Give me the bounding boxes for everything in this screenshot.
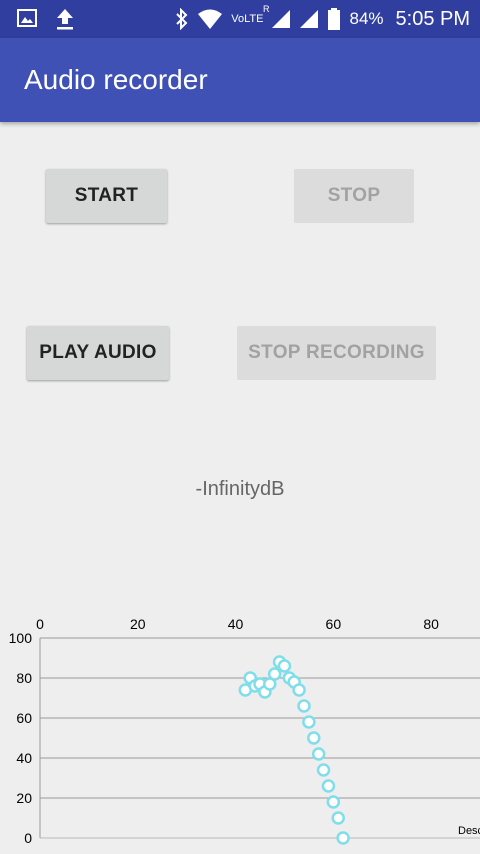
status-bar: VoLTE R 84% 5:05 PM bbox=[0, 0, 480, 38]
data-point bbox=[336, 831, 350, 845]
data-point bbox=[331, 811, 345, 825]
wifi-icon bbox=[198, 9, 223, 29]
network-label: VoLTE R bbox=[231, 4, 270, 25]
battery-percent: 84% bbox=[349, 9, 384, 28]
data-point bbox=[267, 667, 282, 681]
data-point bbox=[326, 795, 341, 809]
data-point bbox=[292, 683, 306, 697]
battery-icon bbox=[328, 8, 341, 30]
signal-icon bbox=[272, 10, 291, 28]
data-point bbox=[311, 747, 326, 761]
y-tick-label: 40 bbox=[16, 750, 32, 766]
y-tick-label: 20 bbox=[16, 790, 32, 806]
decibel-level: -InfinitydB bbox=[195, 478, 285, 500]
y-tick-label: 100 bbox=[9, 630, 33, 646]
legend-label: Desc bbox=[458, 825, 480, 837]
start-button[interactable]: START bbox=[46, 169, 167, 223]
data-point bbox=[316, 763, 331, 777]
upload-icon bbox=[57, 9, 73, 30]
clock: 5:05 PM bbox=[395, 7, 470, 30]
data-point bbox=[277, 659, 292, 673]
x-tick-label: 80 bbox=[423, 616, 439, 632]
app-bar: Audio recorder bbox=[0, 38, 480, 122]
sound-level-chart: 0 20 40 60 80 100 80 60 40 20 0 Desc bbox=[9, 616, 480, 846]
y-tick-label: 60 bbox=[16, 710, 32, 726]
stop-button[interactable]: STOP bbox=[294, 169, 414, 223]
bluetooth-icon bbox=[176, 8, 188, 30]
data-point bbox=[302, 715, 316, 729]
y-tick-label: 80 bbox=[16, 670, 32, 686]
x-tick-label: 60 bbox=[326, 616, 342, 632]
data-point bbox=[321, 779, 336, 793]
play-audio-button[interactable]: PLAY AUDIO bbox=[27, 326, 169, 380]
signal-icon bbox=[300, 10, 319, 28]
y-tick-label: 0 bbox=[24, 830, 32, 846]
x-tick-label: 0 bbox=[36, 616, 44, 632]
data-point bbox=[297, 699, 311, 713]
image-icon bbox=[17, 9, 37, 27]
x-tick-label: 20 bbox=[130, 616, 146, 632]
stop-recording-button[interactable]: STOP RECORDING bbox=[237, 326, 436, 380]
x-tick-label: 40 bbox=[228, 616, 244, 632]
app-title: Audio recorder bbox=[24, 64, 208, 95]
data-point bbox=[307, 731, 321, 745]
